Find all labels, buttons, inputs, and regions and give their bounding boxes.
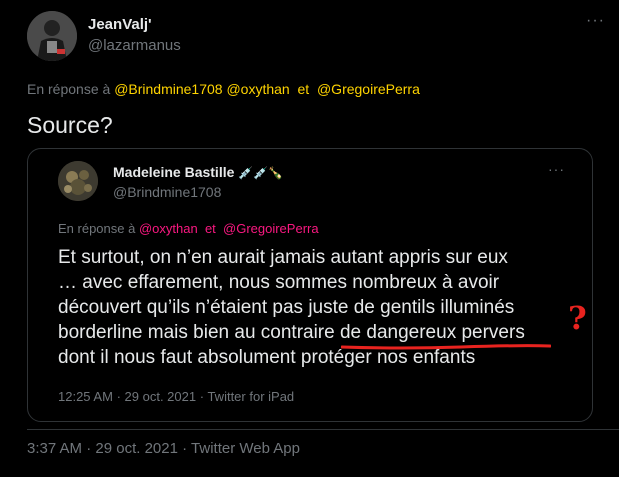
separator-dot: · <box>86 440 92 457</box>
author-name[interactable]: JeanValj' <box>88 16 152 33</box>
question-mark-annotation: ? <box>568 299 587 337</box>
quoted-meta: 12:25 AM · 29 oct. 2021 · Twitter for iP… <box>58 389 294 404</box>
reply-and: et <box>204 221 216 236</box>
quoted-text-line: borderline mais bien au contraire de dan… <box>58 322 525 343</box>
mention-link[interactable]: @oxythan <box>139 221 198 236</box>
quoted-reply-context: En réponse à @oxythan et @GregoirePerra <box>58 221 319 236</box>
mention-link[interactable]: @Brindmine1708 <box>114 81 222 97</box>
quoted-text-line: … avec effarement, nous sommes nombreux … <box>58 272 500 293</box>
quoted-avatar-image <box>58 161 98 201</box>
divider <box>27 429 619 430</box>
quoted-source: Twitter for iPad <box>207 389 295 404</box>
quoted-author-name[interactable]: Madeleine Bastille 💉💉🍾 <box>113 164 283 180</box>
separator-dot: · <box>182 440 188 457</box>
quoted-avatar[interactable] <box>58 161 98 201</box>
quoted-text-line: Et surtout, on n’en aurait jamais autant… <box>58 247 508 268</box>
quoted-date[interactable]: 29 oct. 2021 <box>125 389 197 404</box>
tweet-meta: 3:37 AM · 29 oct. 2021 · Twitter Web App <box>27 440 300 457</box>
quoted-time[interactable]: 12:25 AM <box>58 389 113 404</box>
reply-prefix: En réponse à <box>58 221 136 236</box>
quoted-author-handle[interactable]: @Brindmine1708 <box>113 184 221 200</box>
avatar[interactable] <box>27 11 77 61</box>
reply-context: En réponse à @Brindmine1708 @oxythan et … <box>27 81 420 97</box>
author-handle[interactable]: @lazarmanus <box>88 37 181 54</box>
more-horizontal-icon[interactable]: ··· <box>548 161 565 177</box>
syringe-icon: 💉💉🍾 <box>238 166 284 180</box>
avatar-image <box>27 11 77 61</box>
reply-prefix: En réponse à <box>27 81 111 97</box>
mention-link[interactable]: @oxythan <box>226 81 289 97</box>
reply-and: et <box>297 81 310 97</box>
separator-dot: · <box>199 389 205 404</box>
tweet-date[interactable]: 29 oct. 2021 <box>95 440 178 457</box>
tweet-time[interactable]: 3:37 AM <box>27 440 82 457</box>
mention-link[interactable]: @GregoirePerra <box>317 81 420 97</box>
mention-link[interactable]: @GregoirePerra <box>223 221 319 236</box>
more-horizontal-icon[interactable]: ··· <box>586 12 605 30</box>
tweet-text: Source? <box>27 112 113 138</box>
tweet-source: Twitter Web App <box>191 440 300 457</box>
separator-dot: · <box>116 389 121 404</box>
quoted-author-label: Madeleine Bastille <box>113 164 235 180</box>
red-underline-annotation <box>341 344 551 350</box>
quoted-text-line: découvert qu’ils n’étaient pas juste de … <box>58 297 515 318</box>
quoted-tweet-text: Et surtout, on n’en aurait jamais autant… <box>58 245 588 370</box>
quoted-tweet[interactable]: Madeleine Bastille 💉💉🍾 @Brindmine1708 ··… <box>27 148 593 422</box>
